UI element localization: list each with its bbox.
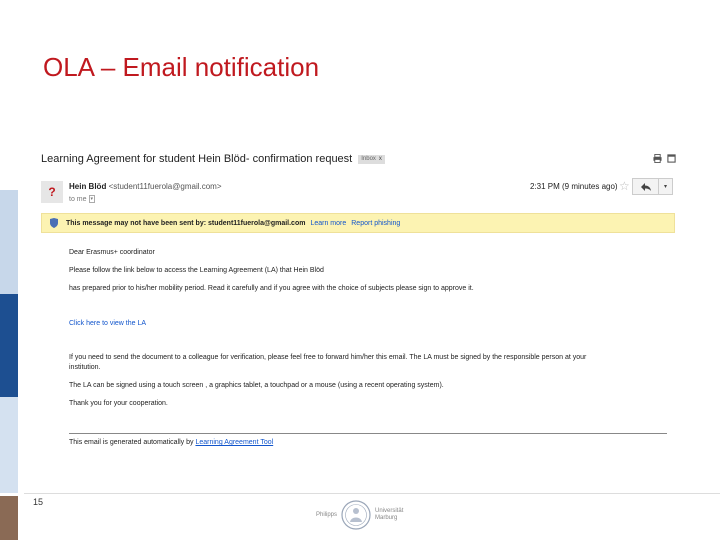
view-la-link[interactable]: Click here to view the LA bbox=[69, 320, 146, 327]
warning-text: This message may not have been sent by: … bbox=[66, 219, 306, 227]
university-logo: Philipps Universität Marburg bbox=[316, 499, 403, 531]
sender-avatar: ? bbox=[41, 181, 63, 203]
email-time: 2:31 PM (9 minutes ago) bbox=[530, 182, 618, 191]
la-tool-link[interactable]: Learning Agreement Tool bbox=[195, 439, 273, 446]
more-options-button[interactable]: ▾ bbox=[659, 178, 673, 195]
email-body-line: Please follow the link below to access t… bbox=[69, 267, 324, 274]
reply-icon bbox=[640, 182, 651, 191]
slide-title: OLA – Email notification bbox=[43, 52, 320, 82]
email-body-line: The LA can be signed using a touch scree… bbox=[69, 382, 444, 389]
recipient-line: to me ▾ bbox=[69, 195, 96, 203]
email-body-line: institution. bbox=[69, 364, 101, 371]
email-body-line: has prepared prior to his/her mobility p… bbox=[69, 285, 474, 292]
inbox-label-text: Inbox bbox=[361, 156, 376, 162]
accent-bar-brown bbox=[0, 496, 18, 540]
footer-rule bbox=[24, 493, 720, 494]
phishing-warning: This message may not have been sent by: … bbox=[41, 213, 675, 233]
email-greeting: Dear Erasmus+ coordinator bbox=[69, 249, 155, 256]
email-body-line: If you need to send the document to a co… bbox=[69, 354, 587, 361]
logo-text-left: Philipps bbox=[316, 512, 338, 518]
page-number: 15 bbox=[33, 497, 44, 507]
remove-label-icon[interactable]: x bbox=[379, 156, 382, 162]
sender-email: <student11fuerola@gmail.com> bbox=[108, 182, 222, 191]
logo-text-right-1: Universität bbox=[375, 508, 404, 514]
accent-bar-pale bbox=[0, 397, 18, 493]
accent-bar-dark bbox=[0, 294, 18, 397]
reply-group: ▾ bbox=[632, 178, 673, 195]
email-subject: Learning Agreement for student Hein Blöd… bbox=[41, 153, 353, 165]
email-thanks: Thank you for your cooperation. bbox=[69, 400, 168, 407]
auto-generated-note: This email is generated automatically by… bbox=[69, 439, 273, 446]
top-actions bbox=[653, 154, 676, 165]
auto-note-text: This email is generated automatically by bbox=[69, 439, 194, 446]
logo-text-right-2: Marburg bbox=[375, 515, 398, 521]
recipient-text: to me bbox=[69, 195, 87, 203]
new-window-icon[interactable] bbox=[667, 154, 676, 165]
reply-button[interactable] bbox=[632, 178, 659, 195]
university-seal-icon bbox=[341, 500, 371, 530]
logo-text-right: Universität Marburg bbox=[375, 508, 403, 522]
signature-divider bbox=[69, 433, 667, 434]
report-phishing-link[interactable]: Report phishing bbox=[351, 220, 400, 227]
learn-more-link[interactable]: Learn more bbox=[310, 220, 346, 227]
accent-bar-light bbox=[0, 190, 18, 294]
print-icon[interactable] bbox=[653, 154, 662, 165]
subject-row: Learning Agreement for student Hein Blöd… bbox=[41, 153, 385, 165]
star-icon[interactable]: ☆ bbox=[619, 179, 630, 193]
shield-icon bbox=[50, 218, 58, 228]
inbox-label[interactable]: Inbox x bbox=[358, 154, 385, 164]
details-dropdown-icon[interactable]: ▾ bbox=[88, 195, 96, 203]
sender-line: Hein Blöd <student11fuerola@gmail.com> bbox=[69, 182, 222, 191]
sender-name[interactable]: Hein Blöd bbox=[69, 182, 106, 191]
email-screenshot: Learning Agreement for student Hein Blöd… bbox=[35, 148, 682, 466]
